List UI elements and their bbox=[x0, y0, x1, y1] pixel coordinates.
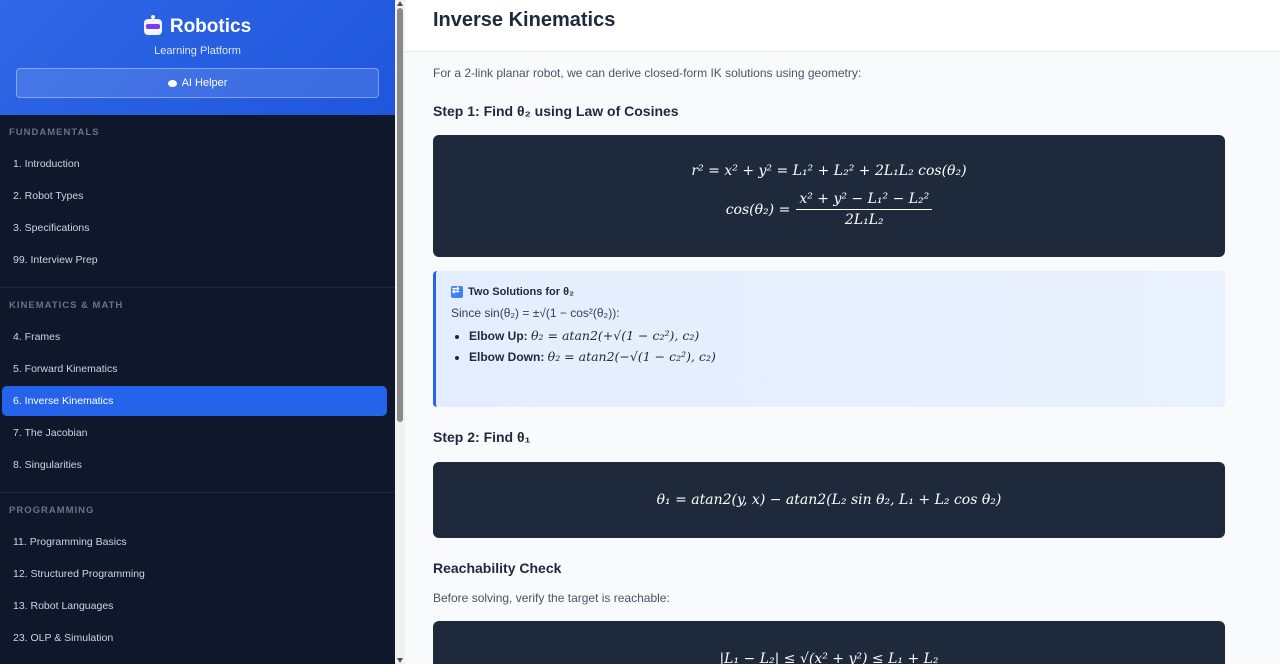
math-block-law-of-cosines: r² = x² + y² = L₁² + L₂² + 2L₁L₂ cos(θ₂)… bbox=[433, 135, 1225, 257]
fraction-numerator: x² + y² − L₁² − L₂² bbox=[796, 191, 933, 210]
sidebar-item-specifications[interactable]: 3. Specifications bbox=[2, 213, 387, 243]
sidebar-item-forward-kinematics[interactable]: 5. Forward Kinematics bbox=[2, 354, 387, 384]
robot-icon bbox=[143, 15, 162, 35]
nav-section-fundamentals: FUNDAMENTALS 1. Introduction 2. Robot Ty… bbox=[0, 115, 395, 288]
reachability-heading: Reachability Check bbox=[433, 560, 562, 576]
callout-since-text: Since sin(θ₂) = ±√(1 − cos²(θ₂)): bbox=[451, 306, 620, 320]
step1-heading: Step 1: Find θ₂ using Law of Cosines bbox=[433, 103, 679, 119]
fraction-denominator: 2L₁L₂ bbox=[844, 212, 884, 228]
scroll-down-arrow-icon[interactable] bbox=[397, 658, 403, 663]
intro-text: For a 2-link planar robot, we can derive… bbox=[433, 66, 862, 80]
brand[interactable]: Robotics bbox=[0, 15, 395, 38]
fraction: x² + y² − L₁² − L₂² 2L₁L₂ bbox=[796, 191, 933, 228]
sidebar-item-frames[interactable]: 4. Frames bbox=[2, 322, 387, 352]
callout-title: Two Solutions for θ₂ bbox=[451, 285, 1225, 298]
main-content: Inverse Kinematics For a 2-link planar r… bbox=[405, 0, 1280, 664]
ai-helper-label: AI Helper bbox=[181, 77, 228, 89]
sidebar-item-robot-languages[interactable]: 13. Robot Languages bbox=[2, 591, 387, 621]
callout-two-solutions: Two Solutions for θ₂ Since sin(θ₂) = ±√(… bbox=[433, 271, 1225, 407]
callout-title-text: Two Solutions for θ₂ bbox=[468, 286, 574, 298]
list-item-elbow-down: Elbow Down: θ₂ = atan2(−√(1 − c₂²), c₂) bbox=[469, 349, 1225, 364]
nav-section-title: KINEMATICS & MATH bbox=[9, 300, 124, 311]
sidebar-item-olp-simulation[interactable]: 23. OLP & Simulation bbox=[2, 623, 387, 653]
article: For a 2-link planar robot, we can derive… bbox=[405, 52, 1280, 664]
nav-section-kinematics: KINEMATICS & MATH 4. Frames 5. Forward K… bbox=[0, 288, 395, 493]
nav-section-title: PROGRAMMING bbox=[9, 505, 95, 516]
solution-formula: θ₂ = atan2(−√(1 − c₂²), c₂) bbox=[547, 349, 716, 364]
sidebar-item-robot-types[interactable]: 2. Robot Types bbox=[2, 181, 387, 211]
math-block-theta1: θ₁ = atan2(y, x) − atan2(L₂ sin θ₂, L₁ +… bbox=[433, 462, 1225, 538]
page-title: Inverse Kinematics bbox=[433, 8, 616, 31]
sidebar-item-jacobian[interactable]: 7. The Jacobian bbox=[2, 418, 387, 448]
brand-subtitle: Learning Platform bbox=[154, 45, 241, 57]
equation-lhs: cos(θ₂) = bbox=[725, 201, 791, 218]
sidebar-item-singularities[interactable]: 8. Singularities bbox=[2, 450, 387, 480]
solution-label: Elbow Down: bbox=[469, 350, 545, 364]
sidebar-header: Robotics Learning Platform AI Helper bbox=[0, 0, 395, 115]
reachability-text: Before solving, verify the target is rea… bbox=[433, 591, 670, 605]
solution-list: Elbow Up: θ₂ = atan2(+√(1 − c₂²), c₂) El… bbox=[451, 328, 1225, 364]
sidebar-item-inverse-kinematics[interactable]: 6. Inverse Kinematics bbox=[2, 386, 387, 416]
math-block-reachability: |L₁ − L₂| ≤ √(x² + y²) ≤ L₁ + L₂ bbox=[433, 621, 1225, 664]
list-item-elbow-up: Elbow Up: θ₂ = atan2(+√(1 − c₂²), c₂) bbox=[469, 328, 1225, 343]
sidebar-item-interview-prep[interactable]: 99. Interview Prep bbox=[2, 245, 387, 275]
brand-title: Robotics bbox=[169, 16, 252, 37]
scrollbar-thumb[interactable] bbox=[397, 8, 403, 422]
swap-arrows-icon bbox=[451, 285, 463, 298]
nav-section-programming: PROGRAMMING 11. Programming Basics 12. S… bbox=[0, 493, 395, 664]
equation-cos-theta2: cos(θ₂) = x² + y² − L₁² − L₂² 2L₁L₂ bbox=[433, 191, 1225, 228]
scroll-up-arrow-icon[interactable] bbox=[397, 1, 403, 6]
sidebar: Robotics Learning Platform AI Helper FUN… bbox=[0, 0, 395, 664]
solution-formula: θ₂ = atan2(+√(1 − c₂²), c₂) bbox=[531, 328, 700, 343]
sidebar-item-programming-basics[interactable]: 11. Programming Basics bbox=[2, 527, 387, 557]
sidebar-item-structured-programming[interactable]: 12. Structured Programming bbox=[2, 559, 387, 589]
solution-label: Elbow Up: bbox=[469, 329, 528, 343]
sidebar-item-introduction[interactable]: 1. Introduction bbox=[2, 149, 387, 179]
sidebar-scrollbar[interactable] bbox=[395, 0, 405, 664]
nav-section-title: FUNDAMENTALS bbox=[9, 127, 100, 138]
page-header: Inverse Kinematics bbox=[405, 0, 1280, 52]
equation-theta1: θ₁ = atan2(y, x) − atan2(L₂ sin θ₂, L₁ +… bbox=[656, 492, 1002, 508]
step2-heading: Step 2: Find θ₁ bbox=[433, 429, 531, 445]
chat-bubble-icon bbox=[167, 79, 177, 87]
equation-r-squared: r² = x² + y² = L₁² + L₂² + 2L₁L₂ cos(θ₂) bbox=[691, 163, 967, 179]
equation-reachability: |L₁ − L₂| ≤ √(x² + y²) ≤ L₁ + L₂ bbox=[719, 651, 939, 664]
ai-helper-button[interactable]: AI Helper bbox=[16, 68, 379, 98]
